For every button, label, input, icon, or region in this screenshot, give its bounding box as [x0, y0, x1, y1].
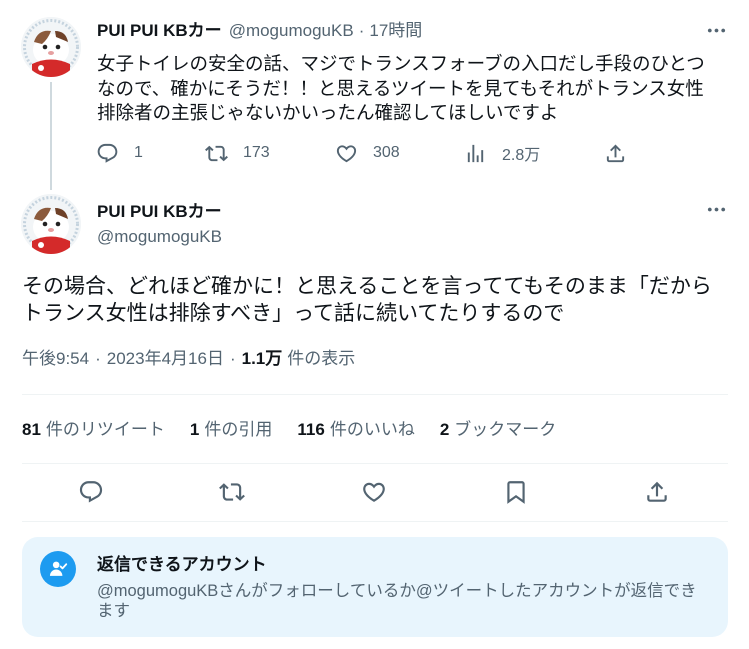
retweets-stat-count: 81: [22, 420, 41, 439]
share-button[interactable]: [604, 141, 627, 165]
bookmark-button[interactable]: [503, 478, 529, 506]
quotes-stat-label: 件の引用: [204, 420, 273, 439]
avatar-image: [21, 194, 81, 254]
reply-button[interactable]: 1: [96, 141, 143, 165]
main-tweet-display-name-row: PUI PUI KBカー: [97, 200, 222, 224]
reply-count: 1: [134, 144, 143, 161]
tweet-time: 午後9:54: [22, 349, 90, 368]
like-count: 308: [373, 144, 400, 161]
bookmarks-stat-count: 2: [439, 420, 450, 439]
more-icon: [707, 207, 726, 212]
like-button[interactable]: 308: [335, 141, 400, 165]
bookmark-icon: [507, 481, 525, 504]
divider: [22, 394, 728, 395]
avatar-image: [21, 17, 81, 77]
likes-stat-label: 件のいいね: [329, 420, 415, 439]
views-chart-icon: [467, 144, 484, 162]
views-count: 2.8万: [502, 147, 541, 164]
tweet-time[interactable]: 17時間: [369, 21, 422, 40]
reply-restriction-title: 返信できるアカウント: [97, 555, 267, 574]
heart-icon: [363, 482, 385, 502]
retweets-stat-link[interactable]: 81 件のリツイート: [22, 418, 165, 442]
thread-connector-line: [50, 82, 52, 190]
retweet-button[interactable]: 173: [205, 141, 270, 165]
like-button[interactable]: [361, 478, 387, 506]
parent-tweet-header: PUI PUI KBカー @mogumoguKB · 17時間: [97, 19, 422, 43]
reply-button[interactable]: [78, 478, 104, 506]
divider: [22, 521, 728, 522]
handle[interactable]: @mogumoguKB: [229, 21, 354, 40]
tweet-meta: 午後9:54 · 2023年4月16日 · 1.1万 件の表示: [22, 348, 355, 370]
more-icon: [707, 28, 726, 33]
views-label: 件の表示: [287, 349, 356, 368]
share-icon: [606, 143, 625, 162]
retweets-stat-label: 件のリツイート: [45, 420, 165, 439]
separator: ·: [358, 21, 365, 40]
timestamp-link[interactable]: 午後9:54 · 2023年4月16日: [22, 349, 224, 368]
display-name[interactable]: PUI PUI KBカー: [97, 202, 222, 221]
display-name[interactable]: PUI PUI KBカー: [97, 21, 222, 40]
likes-stat-count: 116: [297, 420, 325, 439]
divider: [22, 463, 728, 464]
quotes-stat-count: 1: [189, 420, 200, 439]
likes-stat-link[interactable]: 116 件のいいね: [297, 418, 414, 442]
reply-restriction-body: @mogumoguKBさんがフォローしているか@ツイートしたアカウントが返信でき…: [97, 582, 697, 620]
engagement-stats: 81 件のリツイート 1 件の引用 116 件のいいね 2 ブックマーク: [22, 418, 581, 442]
parent-tweet-avatar[interactable]: [21, 17, 81, 77]
parent-tweet-text: 女子トイレの安全の話、マジでトランスフォーブの入口だし手段のひとつなので、確かに…: [97, 53, 705, 123]
reply-icon: [79, 481, 103, 503]
reply-restriction-notice: 返信できるアカウント @mogumoguKBさんがフォローしているか@ツイートし…: [22, 537, 728, 637]
handle[interactable]: @mogumoguKB: [97, 225, 222, 249]
retweet-icon: [205, 145, 228, 161]
separator: ·: [95, 349, 101, 368]
retweet-count: 173: [243, 144, 270, 161]
separator: ·: [229, 349, 236, 368]
bookmarks-stat-label: ブックマーク: [454, 420, 557, 439]
share-icon: [647, 481, 667, 502]
heart-icon: [336, 144, 357, 162]
more-button[interactable]: [705, 19, 728, 42]
share-button[interactable]: [644, 478, 670, 506]
retweet-button[interactable]: [219, 478, 245, 506]
person-check-icon: [40, 551, 76, 587]
views-button[interactable]: 2.8万: [464, 141, 540, 165]
reply-icon: [97, 143, 118, 163]
tweet-date: 2023年4月16日: [106, 349, 224, 368]
main-tweet-avatar[interactable]: [21, 194, 81, 254]
retweet-icon: [219, 483, 245, 501]
views-count: 1.1万: [241, 349, 283, 368]
more-button[interactable]: [705, 198, 728, 221]
person-check-glyph: [49, 561, 68, 576]
bookmarks-stat: 2 ブックマーク: [440, 418, 556, 442]
quotes-stat-link[interactable]: 1 件の引用: [190, 418, 272, 442]
main-tweet-text: その場合、どれほど確かに！と思えることを言っててもそのまま「だからトランス女性は…: [22, 275, 712, 325]
